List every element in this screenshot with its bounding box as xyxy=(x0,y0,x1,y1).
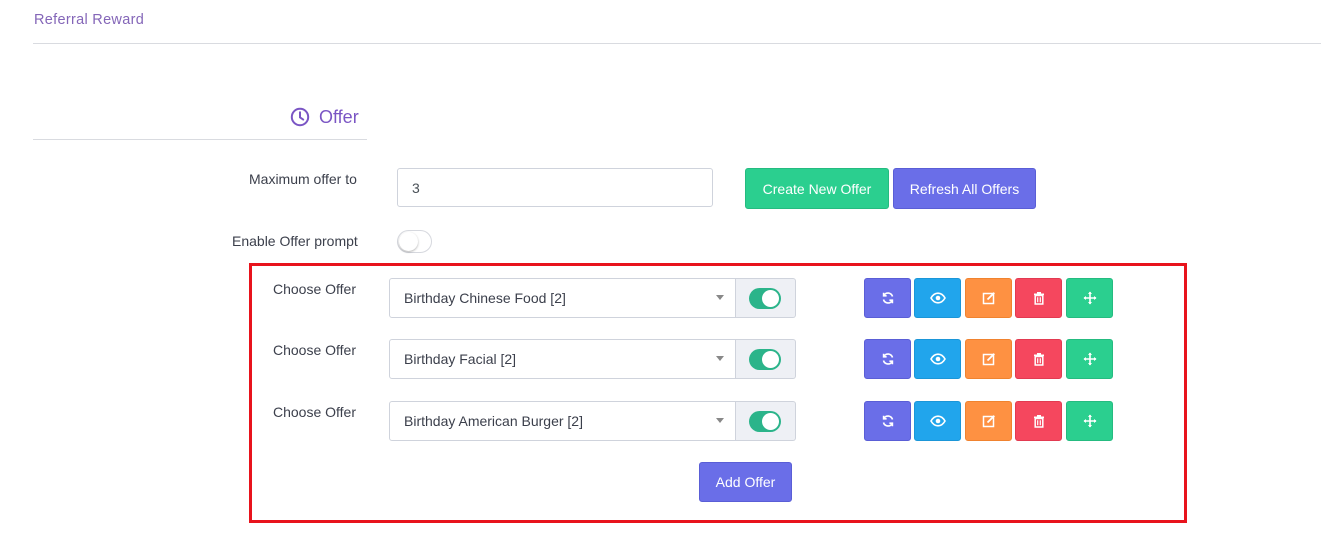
offer-select-value: Birthday American Burger [2] xyxy=(404,413,583,429)
offer-select-value: Birthday Facial [2] xyxy=(404,351,517,367)
edit-icon xyxy=(982,291,996,305)
breadcrumb[interactable]: Referral Reward xyxy=(34,12,144,28)
trash-icon xyxy=(1033,414,1045,428)
edit-offer-button[interactable] xyxy=(965,278,1012,318)
chevron-down-icon xyxy=(716,356,724,361)
add-offer-button[interactable]: Add Offer xyxy=(699,462,792,502)
trash-icon xyxy=(1033,352,1045,366)
toggle-knob xyxy=(762,351,779,368)
section-title: Offer xyxy=(319,106,359,127)
delete-offer-button[interactable] xyxy=(1015,339,1062,379)
section-divider xyxy=(33,139,367,140)
delete-offer-button[interactable] xyxy=(1015,401,1062,441)
refresh-all-offers-button[interactable]: Refresh All Offers xyxy=(893,168,1036,209)
refresh-offer-button[interactable] xyxy=(864,401,911,441)
view-offer-button[interactable] xyxy=(914,278,961,318)
header-divider xyxy=(33,43,1321,44)
enable-offer-prompt-toggle[interactable] xyxy=(397,230,432,253)
max-offer-input[interactable] xyxy=(397,168,713,207)
move-offer-button[interactable] xyxy=(1066,401,1113,441)
chevron-down-icon xyxy=(716,295,724,300)
view-offer-button[interactable] xyxy=(914,339,961,379)
move-icon xyxy=(1083,414,1097,428)
choose-offer-label: Choose Offer xyxy=(273,281,357,297)
toggle-knob xyxy=(762,290,779,307)
offer-toggle-addon xyxy=(736,278,796,318)
edit-offer-button[interactable] xyxy=(965,339,1012,379)
move-icon xyxy=(1083,291,1097,305)
choose-offer-label: Choose Offer xyxy=(273,342,357,358)
eye-icon xyxy=(929,415,946,427)
offer-select[interactable]: Birthday Chinese Food [2] xyxy=(389,278,736,318)
create-new-offer-button[interactable]: Create New Offer xyxy=(745,168,889,209)
eye-icon xyxy=(929,353,946,365)
offer-select[interactable]: Birthday American Burger [2] xyxy=(389,401,736,441)
offer-enabled-toggle[interactable] xyxy=(749,288,781,309)
refresh-icon xyxy=(881,291,895,305)
edit-offer-button[interactable] xyxy=(965,401,1012,441)
edit-icon xyxy=(982,352,996,366)
offer-enabled-toggle[interactable] xyxy=(749,411,781,432)
refresh-icon xyxy=(881,352,895,366)
toggle-knob xyxy=(399,232,418,251)
offer-toggle-addon xyxy=(736,401,796,441)
refresh-offer-button[interactable] xyxy=(864,339,911,379)
move-offer-button[interactable] xyxy=(1066,339,1113,379)
offer-enabled-toggle[interactable] xyxy=(749,349,781,370)
offer-toggle-addon xyxy=(736,339,796,379)
eye-icon xyxy=(929,292,946,304)
max-offer-label: Maximum offer to xyxy=(249,171,357,187)
offer-select-value: Birthday Chinese Food [2] xyxy=(404,290,566,306)
refresh-icon xyxy=(881,414,895,428)
move-icon xyxy=(1083,352,1097,366)
delete-offer-button[interactable] xyxy=(1015,278,1062,318)
toggle-knob xyxy=(762,413,779,430)
refresh-offer-button[interactable] xyxy=(864,278,911,318)
enable-offer-prompt-label: Enable Offer prompt xyxy=(232,233,358,249)
choose-offer-label: Choose Offer xyxy=(273,404,357,420)
offer-select[interactable]: Birthday Facial [2] xyxy=(389,339,736,379)
edit-icon xyxy=(982,414,996,428)
trash-icon xyxy=(1033,291,1045,305)
move-offer-button[interactable] xyxy=(1066,278,1113,318)
view-offer-button[interactable] xyxy=(914,401,961,441)
chevron-down-icon xyxy=(716,418,724,423)
section-header: Offer xyxy=(290,106,359,128)
clock-icon xyxy=(290,107,310,127)
